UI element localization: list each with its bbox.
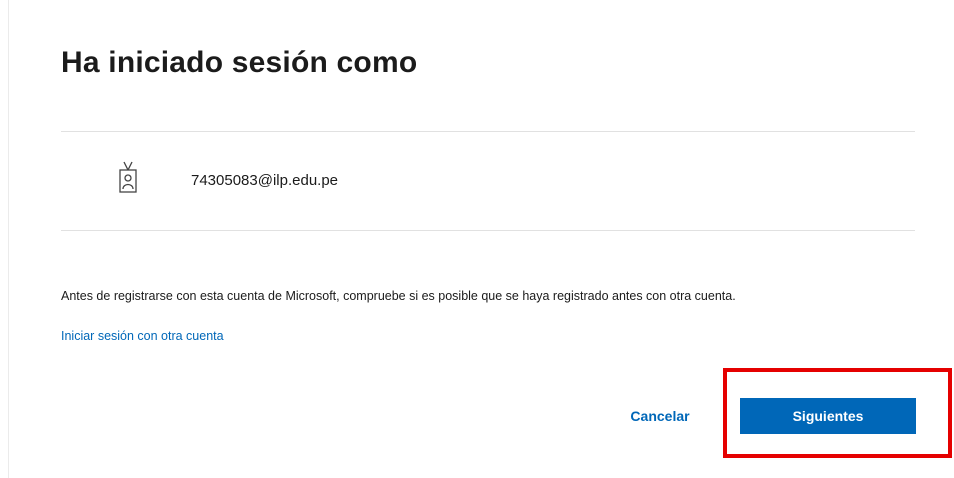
cancel-button[interactable]: Cancelar [605,398,715,434]
account-email: 74305083@ilp.edu.pe [191,172,339,189]
signin-panel: Ha iniciado sesión como 74305083@ilp.edu… [8,0,954,478]
signin-other-account-link[interactable]: Iniciar sesión con otra cuenta [61,329,224,343]
next-button[interactable]: Siguientes [740,398,916,434]
badge-icon [119,161,137,193]
account-tile: 74305083@ilp.edu.pe [61,132,915,230]
page-title: Ha iniciado sesión como [61,46,418,79]
divider-bottom [61,230,915,231]
notice-text: Antes de registrarse con esta cuenta de … [61,289,736,303]
